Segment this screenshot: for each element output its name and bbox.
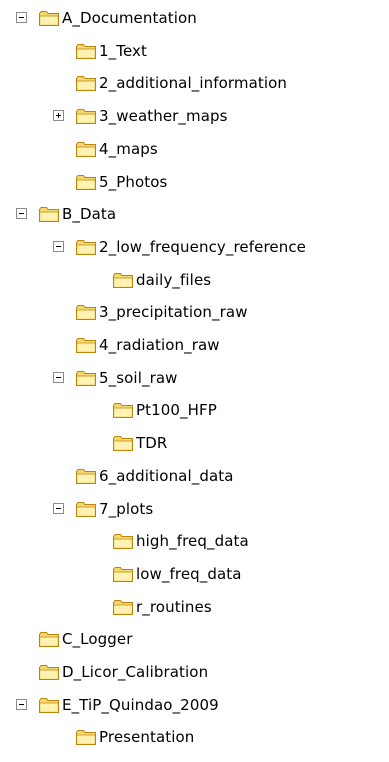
tree-item-label: low_freq_data — [136, 565, 242, 583]
tree-item-label: high_freq_data — [136, 532, 249, 550]
tree-item[interactable]: C_Logger — [0, 627, 389, 651]
tree-item[interactable]: 3_weather_maps — [0, 104, 389, 128]
tree-item[interactable]: D_Licor_Calibration — [0, 660, 389, 684]
tree-item-label: 7_plots — [99, 500, 154, 518]
folder-icon — [112, 271, 134, 289]
folder-icon — [38, 630, 60, 648]
folder-icon — [112, 565, 134, 583]
tree-item-label: A_Documentation — [62, 9, 197, 27]
tree-item[interactable]: 4_radiation_raw — [0, 333, 389, 357]
tree-item[interactable]: 7_plots — [0, 497, 389, 521]
tree-item-label: 5_Photos — [99, 173, 168, 191]
folder-icon — [75, 74, 97, 92]
plus-box-icon[interactable] — [53, 110, 64, 121]
folder-icon — [75, 107, 97, 125]
folder-tree: A_Documentation 1_Text 2_additional_inform… — [0, 0, 389, 762]
tree-item[interactable]: Presentation — [0, 725, 389, 749]
tree-item[interactable]: E_TiP_Quindao_2009 — [0, 693, 389, 717]
tree-item[interactable]: A_Documentation — [0, 6, 389, 30]
tree-item[interactable]: low_freq_data — [0, 562, 389, 586]
tree-item[interactable]: 2_additional_information — [0, 71, 389, 95]
tree-item-label: 2_additional_information — [99, 74, 288, 92]
tree-item-label: 1_Text — [99, 42, 147, 60]
folder-icon — [75, 303, 97, 321]
tree-item-label: 5_soil_raw — [99, 369, 178, 387]
folder-icon — [38, 663, 60, 681]
folder-icon — [112, 401, 134, 419]
tree-item[interactable]: 1_Text — [0, 39, 389, 63]
folder-icon — [38, 696, 60, 714]
tree-item-label: TDR — [136, 434, 168, 452]
folder-icon — [75, 336, 97, 354]
minus-box-icon[interactable] — [16, 12, 27, 23]
tree-item-label: 3_weather_maps — [99, 107, 228, 125]
folder-icon — [75, 467, 97, 485]
tree-item-label: B_Data — [62, 205, 117, 223]
tree-item[interactable]: 2_low_frequency_reference — [0, 235, 389, 259]
folder-icon — [112, 598, 134, 616]
tree-item[interactable]: B_Data — [0, 202, 389, 226]
tree-item[interactable]: 5_Photos — [0, 170, 389, 194]
tree-item[interactable]: Pt100_HFP — [0, 398, 389, 422]
tree-item[interactable]: 3_precipitation_raw — [0, 300, 389, 324]
folder-icon — [112, 532, 134, 550]
folder-icon — [38, 205, 60, 223]
tree-item-label: daily_files — [136, 271, 212, 289]
tree-item-label: 6_additional_data — [99, 467, 234, 485]
minus-box-icon[interactable] — [53, 372, 64, 383]
folder-icon — [75, 500, 97, 518]
tree-item-label: 4_radiation_raw — [99, 336, 220, 354]
tree-item-label: 4_maps — [99, 140, 158, 158]
tree-item-label: Presentation — [99, 728, 195, 746]
tree-item[interactable]: daily_files — [0, 268, 389, 292]
folder-icon — [75, 173, 97, 191]
tree-item-label: D_Licor_Calibration — [62, 663, 209, 681]
tree-item[interactable]: TDR — [0, 431, 389, 455]
folder-icon — [38, 9, 60, 27]
minus-box-icon[interactable] — [16, 699, 27, 710]
minus-box-icon[interactable] — [53, 241, 64, 252]
folder-icon — [75, 140, 97, 158]
tree-item[interactable]: 5_soil_raw — [0, 366, 389, 390]
folder-icon — [75, 42, 97, 60]
folder-icon — [75, 728, 97, 746]
minus-box-icon[interactable] — [53, 503, 64, 514]
tree-item[interactable]: 6_additional_data — [0, 464, 389, 488]
folder-icon — [112, 434, 134, 452]
tree-item-label: r_routines — [136, 598, 212, 616]
tree-item-label: 2_low_frequency_reference — [99, 238, 307, 256]
tree-item-label: E_TiP_Quindao_2009 — [62, 696, 219, 714]
minus-box-icon[interactable] — [16, 208, 27, 219]
tree-item[interactable]: 4_maps — [0, 137, 389, 161]
tree-item-label: C_Logger — [62, 630, 133, 648]
tree-item[interactable]: r_routines — [0, 595, 389, 619]
tree-item-label: 3_precipitation_raw — [99, 303, 248, 321]
folder-icon — [75, 238, 97, 256]
tree-item[interactable]: high_freq_data — [0, 529, 389, 553]
tree-item-label: Pt100_HFP — [136, 401, 217, 419]
folder-icon — [75, 369, 97, 387]
